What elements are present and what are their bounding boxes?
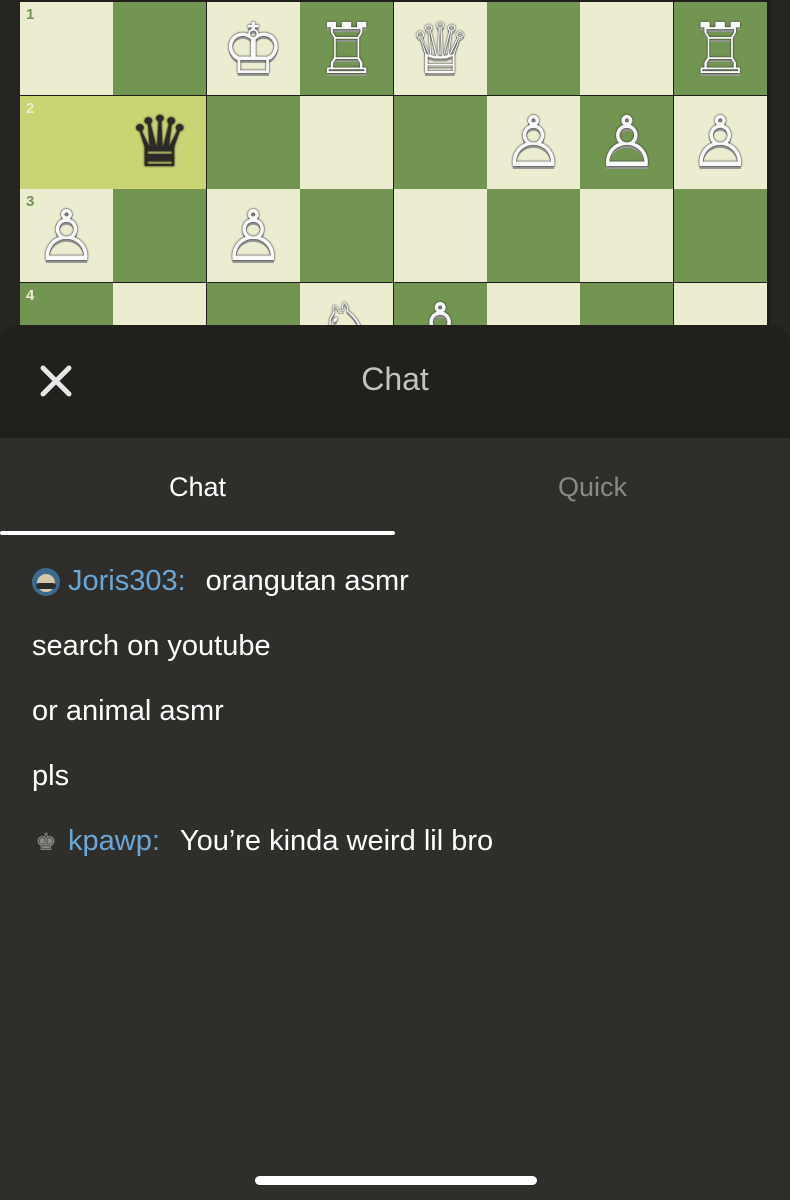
sheet-header: Chat	[0, 325, 790, 438]
board-square[interactable]: ♖	[673, 2, 767, 95]
board-square[interactable]	[300, 95, 394, 189]
board-square[interactable]	[300, 189, 394, 282]
rank-label: 2	[26, 99, 35, 117]
white-rook-icon[interactable]: ♖	[674, 2, 767, 95]
black-queen-icon[interactable]: ♛	[113, 96, 206, 189]
board-square[interactable]: 1	[20, 2, 113, 95]
board-square[interactable]	[393, 95, 487, 189]
white-rook-icon[interactable]: ♖	[300, 2, 393, 95]
white-pawn-icon[interactable]: ♙	[487, 96, 580, 189]
chat-text: You’re kinda weird lil bro	[179, 825, 494, 857]
chat-message: or animal asmr	[32, 695, 224, 728]
white-queen-icon[interactable]: ♕	[394, 2, 487, 95]
home-indicator	[255, 1176, 537, 1185]
board-square[interactable]: ♖	[300, 2, 394, 95]
white-king-icon[interactable]: ♔	[207, 2, 300, 95]
crown-icon: ♚	[35, 827, 57, 856]
board-square[interactable]: ♙	[206, 189, 300, 282]
white-pawn-icon[interactable]: ♙	[20, 189, 113, 282]
tab-bar: Chat Quick	[0, 438, 790, 536]
board-square[interactable]	[393, 189, 487, 282]
board-square[interactable]	[206, 95, 300, 189]
board-square[interactable]: ♔	[206, 2, 300, 95]
white-pawn-icon[interactable]: ♙	[580, 96, 673, 189]
board-square[interactable]	[487, 2, 580, 95]
chat-username[interactable]: kpawp:	[68, 825, 160, 858]
rank-label: 1	[26, 6, 35, 23]
board-square[interactable]: ♛	[113, 95, 207, 189]
chat-sheet: Chat Chat Quick Joris303: orangutan asmr…	[0, 325, 790, 1200]
board-square[interactable]	[580, 2, 674, 95]
user-avatar-icon	[32, 567, 60, 596]
board-square[interactable]: ♙	[673, 95, 767, 189]
white-pawn-icon[interactable]: ♙	[207, 189, 300, 282]
chat-username[interactable]: Joris303:	[68, 565, 186, 598]
chat-text: orangutan asmr	[205, 565, 409, 597]
board-square[interactable]	[673, 189, 767, 282]
chat-message: pls	[32, 760, 69, 793]
board-square[interactable]: ♕	[393, 2, 487, 95]
board-square[interactable]: 3 ♙	[20, 189, 113, 282]
rank-label: 4	[26, 286, 35, 304]
board-square[interactable]: ♙	[580, 95, 674, 189]
chess-board[interactable]: 1 ♔ ♖ ♕ ♖ 2 ♛ ♙ ♙ ♙ 3 ♙ ♙ 4 ♘ ♙	[20, 0, 770, 340]
board-square[interactable]: 2	[20, 95, 113, 189]
board-square[interactable]	[113, 2, 207, 95]
tab-quick[interactable]: Quick	[395, 438, 790, 536]
chat-text: search on youtube	[32, 630, 271, 662]
white-pawn-icon[interactable]: ♙	[674, 96, 767, 189]
board-square[interactable]: ♙	[487, 95, 580, 189]
chat-message: ♚ kpawp: You’re kinda weird lil bro	[32, 825, 493, 858]
board-square[interactable]	[487, 189, 580, 282]
chat-message: search on youtube	[32, 630, 271, 663]
chat-message: Joris303: orangutan asmr	[32, 565, 409, 598]
chat-text: or animal asmr	[32, 695, 224, 727]
board-square[interactable]	[113, 189, 207, 282]
tab-chat[interactable]: Chat	[0, 438, 395, 536]
sheet-title: Chat	[361, 361, 429, 397]
active-tab-indicator	[0, 531, 395, 535]
chat-text: pls	[32, 760, 70, 792]
board-square[interactable]	[580, 189, 674, 282]
